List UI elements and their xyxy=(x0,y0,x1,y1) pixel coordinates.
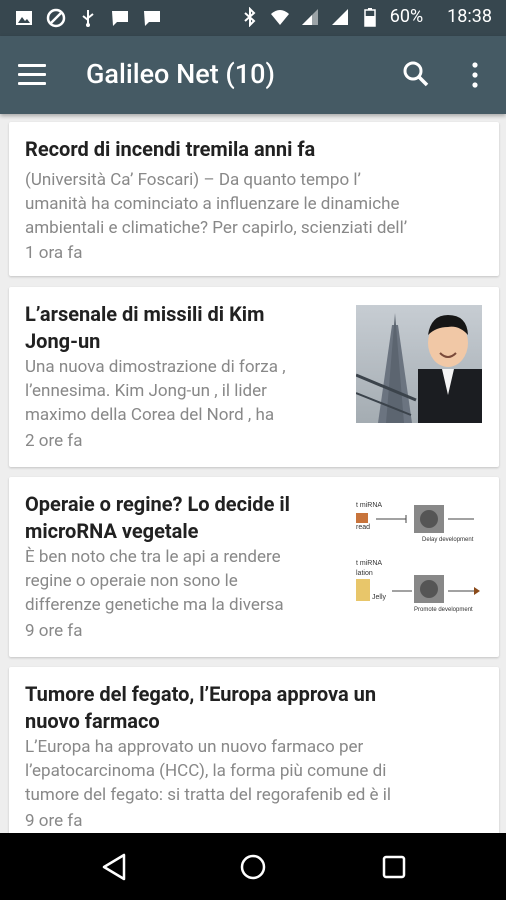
article-title: Tumore del fegato, l’Europa approva un n… xyxy=(25,682,377,733)
svg-text:Jelly: Jelly xyxy=(372,594,387,601)
svg-text:lation: lation xyxy=(356,570,373,577)
app-bar: Galileo Net (10) xyxy=(0,36,506,114)
chat-icon xyxy=(112,11,128,26)
usb-icon xyxy=(82,10,94,27)
article-thumbnail xyxy=(356,305,482,423)
article-title: L’arsenale di missili di Kim Jong-un xyxy=(25,302,265,353)
svg-text:read: read xyxy=(356,524,370,531)
battery-level: 60% xyxy=(389,6,424,27)
svg-text:Delay development: Delay development xyxy=(422,537,474,543)
signal-icon xyxy=(301,8,318,25)
article-time: 2 ore fa xyxy=(25,431,83,451)
article-card[interactable]: Operaie o regine? Lo decide il microRNA … xyxy=(9,477,499,657)
svg-text:t miRNA: t miRNA xyxy=(356,560,382,567)
wifi-icon xyxy=(270,9,289,25)
article-title: Operaie o regine? Lo decide il microRNA … xyxy=(25,492,290,543)
more-vert-icon[interactable] xyxy=(466,60,484,92)
back-icon[interactable] xyxy=(96,849,132,885)
image-icon xyxy=(16,11,32,25)
battery-icon xyxy=(364,7,376,27)
article-excerpt: È ben noto che tra le api a rendere regi… xyxy=(25,547,284,615)
article-thumbnail: t miRNA read Delay development t miRNA l… xyxy=(356,495,482,613)
navigation-bar xyxy=(0,833,506,900)
recents-icon[interactable] xyxy=(376,849,412,885)
system-icons: 60% 18:38 xyxy=(240,6,492,27)
article-card[interactable]: Record di incendi tremila anni fa (Unive… xyxy=(9,122,499,276)
chat-icon xyxy=(144,11,160,26)
article-time: 9 ore fa xyxy=(25,621,83,641)
notification-icons xyxy=(14,8,162,28)
svg-text:Promote development: Promote development xyxy=(414,607,473,613)
article-excerpt: L’Europa ha approvato un nuovo farmaco p… xyxy=(25,737,392,805)
article-card[interactable]: L’arsenale di missili di Kim Jong-un Una… xyxy=(9,287,499,467)
app-title: Galileo Net (10) xyxy=(86,58,275,90)
bluetooth-icon xyxy=(244,6,256,27)
status-bar: 60% 18:38 xyxy=(0,0,506,36)
clock: 18:38 xyxy=(447,6,492,27)
article-card[interactable]: Tumore del fegato, l’Europa approva un n… xyxy=(9,667,499,833)
article-excerpt: Una nuova dimostrazione di forza , l’enn… xyxy=(25,357,286,425)
menu-icon[interactable] xyxy=(18,58,58,92)
signal-icon xyxy=(331,8,348,25)
article-title: Record di incendi tremila anni fa xyxy=(25,137,316,161)
home-icon[interactable] xyxy=(235,849,271,885)
article-time: 9 ore fa xyxy=(25,811,83,831)
article-time: 1 ora fa xyxy=(25,243,83,263)
blocked-icon xyxy=(46,8,66,28)
article-list: Record di incendi tremila anni fa (Unive… xyxy=(0,114,506,833)
article-excerpt: (Università Ca’ Foscari) – Da quanto tem… xyxy=(25,170,408,238)
search-icon[interactable] xyxy=(400,58,432,90)
svg-text:t miRNA: t miRNA xyxy=(356,502,382,509)
